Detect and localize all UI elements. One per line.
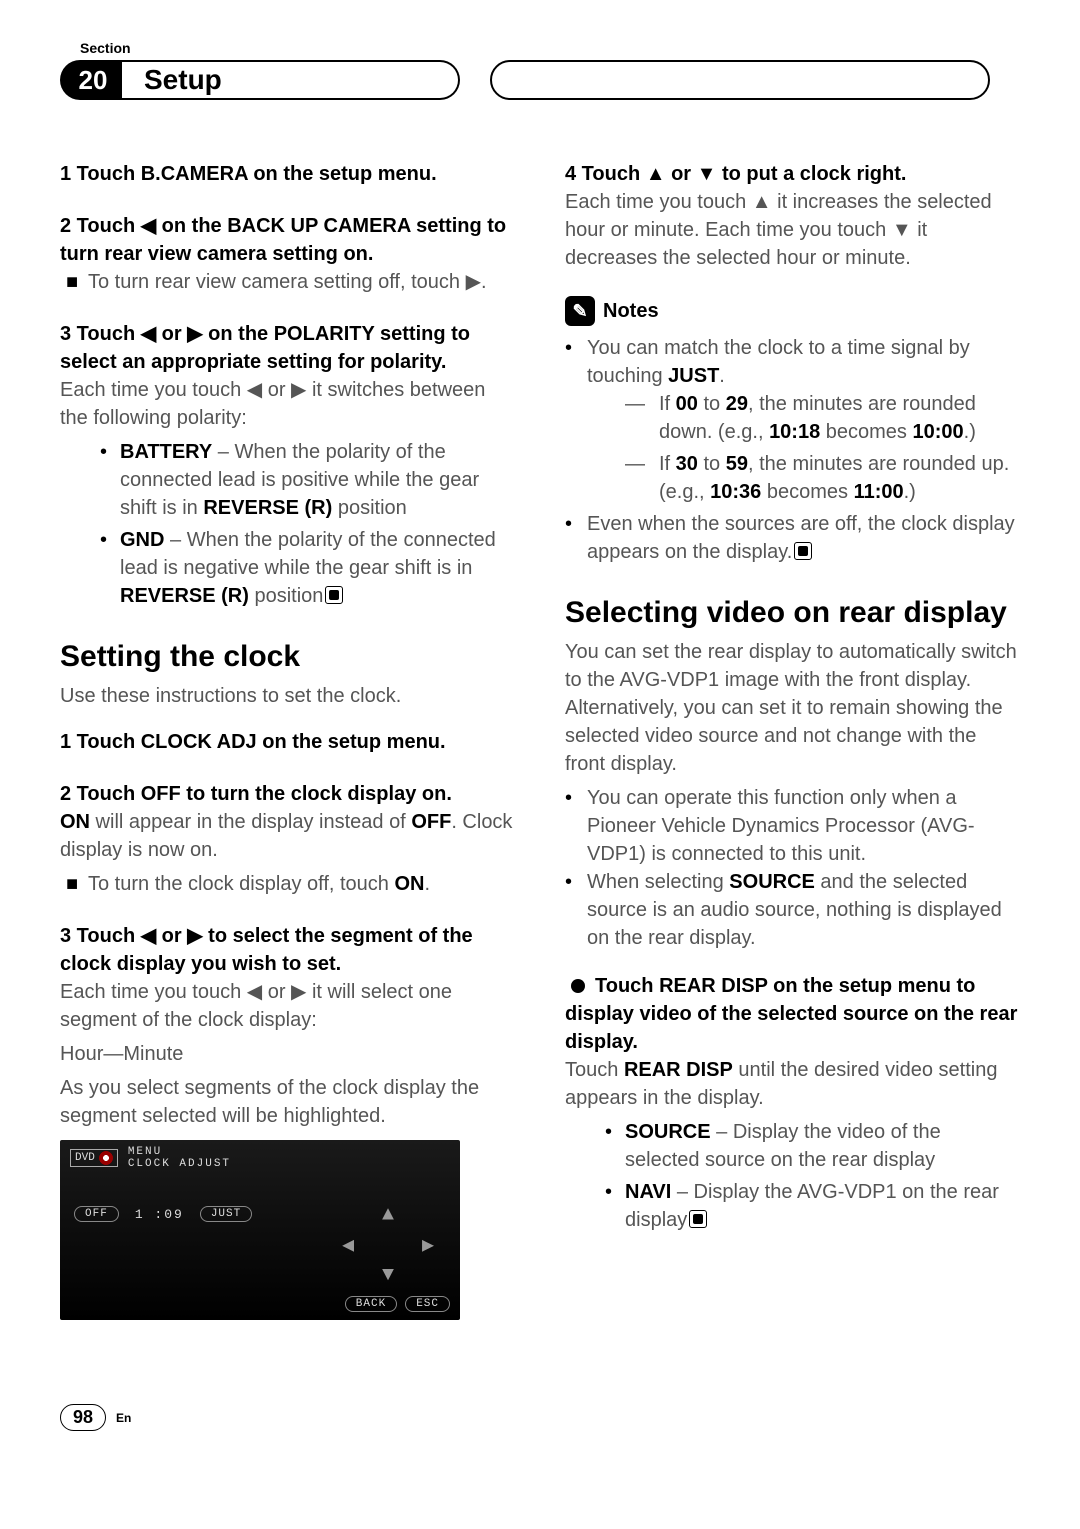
empty-pill xyxy=(490,60,990,100)
ss-up-arrow[interactable]: ▲ xyxy=(382,1204,394,1227)
step-4-body: Each time you touch ▲ it increases the s… xyxy=(565,188,1020,272)
clock-step-3-body3: As you select segments of the clock disp… xyxy=(60,1074,515,1130)
ss-just-button[interactable]: JUST xyxy=(200,1206,252,1222)
end-square-icon xyxy=(794,542,812,560)
clock-adjust-screenshot: DVD MENU CLOCK ADJUST OFF 1 :09 JUST ▲ xyxy=(60,1140,460,1320)
end-square-icon xyxy=(325,586,343,604)
ss-esc-button[interactable]: ESC xyxy=(405,1296,450,1312)
language-label: En xyxy=(116,1411,131,1425)
setting-clock-sub: Use these instructions to set the clock. xyxy=(60,682,515,710)
rear-step-head: Touch REAR DISP on the setup menu to dis… xyxy=(565,972,1020,1056)
page-number-badge: 98 xyxy=(60,1404,106,1431)
heading-setting-clock: Setting the clock xyxy=(60,640,515,674)
header-row: 20 Setup xyxy=(60,60,1020,100)
left-column: 1 Touch B.CAMERA on the setup menu. 2 To… xyxy=(60,160,515,1344)
ss-dvd-badge: DVD xyxy=(70,1149,118,1167)
notes-label: Notes xyxy=(603,300,659,323)
rear-sub-source: • SOURCE – Display the video of the sele… xyxy=(605,1118,1020,1174)
step-3-body: Each time you touch ◀ or ▶ it switches b… xyxy=(60,376,515,432)
clock-step-2-body: ON will appear in the display instead of… xyxy=(60,808,515,864)
step-4-head: 4 Touch ▲ or ▼ to put a clock right. xyxy=(565,160,1020,188)
notes-heading: ✎ Notes xyxy=(565,296,1020,326)
clock-step-2-note: ■ To turn the clock display off, touch O… xyxy=(66,870,515,898)
rear-bullet-1: • You can operate this function only whe… xyxy=(565,784,1020,868)
page: Section 20 Setup 1 Touch B.CAMERA on the… xyxy=(0,0,1080,1471)
section-number-badge: 20 xyxy=(60,60,122,100)
step-2-note-text: To turn rear view camera setting off, to… xyxy=(88,268,487,296)
heading-rear-display: Selecting video on rear display xyxy=(565,596,1020,630)
rear-display-body: You can set the rear display to automati… xyxy=(565,638,1020,778)
clock-step-3-body2: Hour—Minute xyxy=(60,1040,515,1068)
ss-time-display: 1 :09 xyxy=(135,1207,184,1222)
section-title-pill: Setup xyxy=(120,60,460,100)
notes-icon: ✎ xyxy=(565,296,595,326)
ss-off-button[interactable]: OFF xyxy=(74,1206,119,1222)
step-3-bullet-battery: • BATTERY – When the polarity of the con… xyxy=(100,438,515,522)
round-bullet-icon xyxy=(571,979,585,993)
note-2: • Even when the sources are off, the clo… xyxy=(565,510,1020,566)
ss-right-arrow[interactable]: ▶ xyxy=(422,1232,434,1258)
step-1-head: 1 Touch B.CAMERA on the setup menu. xyxy=(60,160,515,188)
clock-step-3: 3 Touch ◀ or ▶ to select the segment of … xyxy=(60,922,515,978)
ss-left-arrow[interactable]: ◀ xyxy=(342,1232,354,1258)
ss-menu-label: MENU xyxy=(128,1146,231,1158)
end-square-icon xyxy=(689,1210,707,1228)
ss-down-arrow[interactable]: ▼ xyxy=(382,1264,394,1287)
section-label: Section xyxy=(80,40,1020,56)
ss-back-button[interactable]: BACK xyxy=(345,1296,397,1312)
step-3-head: 3 Touch ◀ or ▶ on the POLARITY setting t… xyxy=(60,320,515,376)
footer: 98 En xyxy=(60,1404,1020,1431)
note-1-dash-2: — If 30 to 59, the minutes are rounded u… xyxy=(625,450,1020,506)
note-1: • You can match the clock to a time sign… xyxy=(565,334,1020,390)
step-2-note: ■To turn rear view camera setting off, t… xyxy=(66,268,515,296)
clock-step-1: 1 Touch CLOCK ADJ on the setup menu. xyxy=(60,728,515,756)
rear-sub-navi: • NAVI – Display the AVG-VDP1 on the rea… xyxy=(605,1178,1020,1234)
clock-step-2: 2 Touch OFF to turn the clock display on… xyxy=(60,780,515,808)
ss-clock-adjust-label: CLOCK ADJUST xyxy=(128,1158,231,1170)
disc-icon xyxy=(99,1151,113,1165)
note-1-dash-1: — If 00 to 29, the minutes are rounded d… xyxy=(625,390,1020,446)
right-column: 4 Touch ▲ or ▼ to put a clock right. Eac… xyxy=(565,160,1020,1344)
step-2-head: 2 Touch ◀ on the BACK UP CAMERA setting … xyxy=(60,212,515,268)
clock-step-3-body1: Each time you touch ◀ or ▶ it will selec… xyxy=(60,978,515,1034)
rear-step-body: Touch REAR DISP until the desired video … xyxy=(565,1056,1020,1112)
rear-bullet-2: • When selecting SOURCE and the selected… xyxy=(565,868,1020,952)
step-3-bullet-gnd: • GND – When the polarity of the connect… xyxy=(100,526,515,610)
